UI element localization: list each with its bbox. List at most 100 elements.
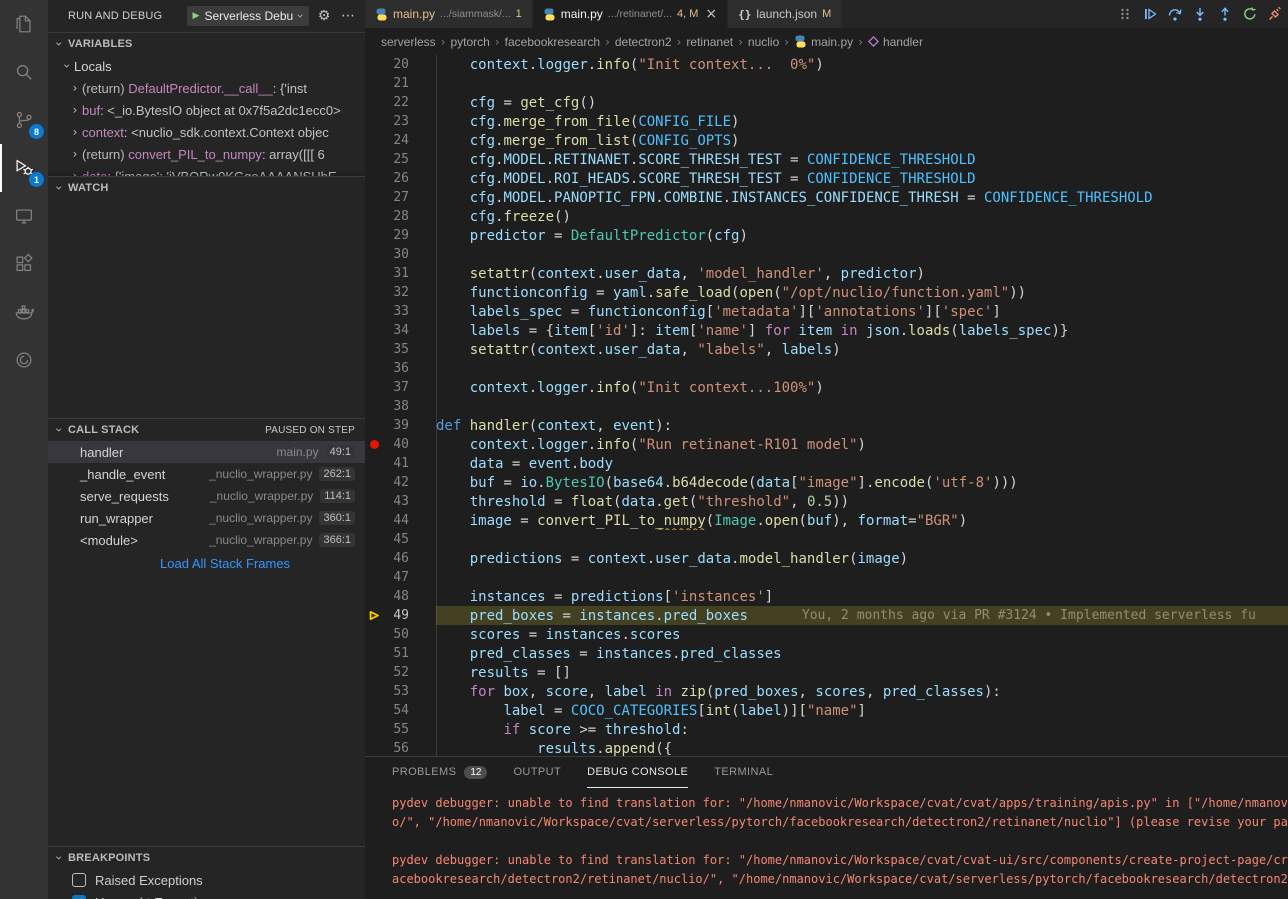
checkbox[interactable]	[72, 873, 86, 887]
variable-row[interactable]: ›context: <nuclio_sdk.context.Context ob…	[48, 121, 365, 143]
breadcrumb-item[interactable]: serverless	[381, 35, 436, 49]
breakpoint-gutter[interactable]	[365, 283, 383, 302]
code-line[interactable]: 22 cfg = get_cfg()	[365, 93, 1288, 112]
breakpoint-gutter[interactable]	[365, 359, 383, 378]
debug-restart-button[interactable]	[1241, 5, 1259, 23]
gear-icon[interactable]: ⚙	[315, 8, 333, 24]
debug-step-over-button[interactable]	[1166, 5, 1184, 23]
breakpoint-gutter[interactable]	[365, 207, 383, 226]
code-line[interactable]: 20 context.logger.info("Init context... …	[365, 55, 1288, 74]
code-line[interactable]: 48 instances = predictions['instances']	[365, 587, 1288, 606]
code-line[interactable]: 30	[365, 245, 1288, 264]
activity-extensions[interactable]	[0, 240, 48, 288]
variables-section-header[interactable]: › VARIABLES	[48, 33, 365, 55]
debug-console-output[interactable]: pydev debugger: unable to find translati…	[365, 788, 1288, 899]
tab-main-py-siammask[interactable]: main.py .../siammask/... 1	[365, 0, 533, 28]
toolbar-drag-handle-icon[interactable]	[1116, 5, 1134, 23]
code-line[interactable]: 21	[365, 74, 1288, 93]
checkbox[interactable]: ✓	[72, 895, 86, 899]
code-line[interactable]: 31 setattr(context.user_data, 'model_han…	[365, 264, 1288, 283]
variable-row[interactable]: ›(return) DefaultPredictor.__call__: {'i…	[48, 77, 365, 99]
breakpoint-gutter[interactable]	[365, 511, 383, 530]
activity-docker[interactable]	[0, 288, 48, 336]
breakpoint-gutter[interactable]	[365, 587, 383, 606]
breakpoint-gutter[interactable]	[365, 701, 383, 720]
breakpoint-gutter[interactable]	[365, 435, 383, 454]
code-line[interactable]: 28 cfg.freeze()	[365, 207, 1288, 226]
activity-explorer[interactable]	[0, 0, 48, 48]
activity-run-and-debug[interactable]: 1	[0, 144, 48, 192]
code-line[interactable]: 24 cfg.merge_from_list(CONFIG_OPTS)	[365, 131, 1288, 150]
panel-tab-debug-console[interactable]: DEBUG CONSOLE	[587, 757, 688, 788]
breadcrumb-item[interactable]: handler	[868, 35, 923, 49]
code-line[interactable]: 36	[365, 359, 1288, 378]
breadcrumb-item[interactable]: nuclio	[748, 35, 779, 49]
code-line[interactable]: 45	[365, 530, 1288, 549]
breakpoint-gutter[interactable]	[365, 169, 383, 188]
code-line[interactable]: 26 cfg.MODEL.ROI_HEADS.SCORE_THRESH_TEST…	[365, 169, 1288, 188]
breakpoint-row[interactable]: ✓Uncaught Exceptions	[48, 891, 365, 899]
breakpoints-section-header[interactable]: › BREAKPOINTS	[48, 847, 365, 869]
breadcrumb-item[interactable]: facebookresearch	[505, 35, 600, 49]
debug-config-dropdown[interactable]: ▶ Serverless Debu ›	[187, 6, 309, 26]
stack-frame[interactable]: <module>_nuclio_wrapper.py366:1	[48, 529, 365, 551]
breakpoint-gutter[interactable]	[365, 530, 383, 549]
code-line[interactable]: 33 labels_spec = functionconfig['metadat…	[365, 302, 1288, 321]
breakpoint-gutter[interactable]	[365, 245, 383, 264]
code-line[interactable]: 46 predictions = context.user_data.model…	[365, 549, 1288, 568]
code-line[interactable]: 53 for box, score, label in zip(pred_box…	[365, 682, 1288, 701]
code-line[interactable]: 32 functionconfig = yaml.safe_load(open(…	[365, 283, 1288, 302]
expand-icon[interactable]: ›	[68, 103, 82, 117]
breakpoint-gutter[interactable]	[365, 397, 383, 416]
breadcrumb-item[interactable]: retinanet	[686, 35, 733, 49]
debug-step-into-button[interactable]	[1191, 5, 1209, 23]
panel-tab-problems[interactable]: PROBLEMS12	[392, 757, 487, 788]
breakpoint-icon[interactable]	[370, 440, 379, 449]
panel-tab-terminal[interactable]: TERMINAL	[714, 757, 773, 788]
expand-icon[interactable]: ›	[68, 147, 82, 161]
breakpoint-gutter[interactable]	[365, 568, 383, 587]
activity-search[interactable]	[0, 48, 48, 96]
watch-section-header[interactable]: › WATCH	[48, 177, 365, 199]
breakpoint-gutter[interactable]	[365, 549, 383, 568]
code-line[interactable]: 34 labels = {item['id']: item['name'] fo…	[365, 321, 1288, 340]
code-line[interactable]: 25 cfg.MODEL.RETINANET.SCORE_THRESH_TEST…	[365, 150, 1288, 169]
debug-disconnect-button[interactable]	[1266, 5, 1284, 23]
code-line[interactable]: 27 cfg.MODEL.PANOPTIC_FPN.COMBINE.INSTAN…	[365, 188, 1288, 207]
breadcrumb-item[interactable]: detectron2	[615, 35, 672, 49]
expand-icon[interactable]: ›	[68, 81, 82, 95]
code-line[interactable]: 47	[365, 568, 1288, 587]
code-line[interactable]: 29 predictor = DefaultPredictor(cfg)	[365, 226, 1288, 245]
breakpoint-gutter[interactable]	[365, 492, 383, 511]
code-line[interactable]: 39def handler(context, event):	[365, 416, 1288, 435]
breakpoint-gutter[interactable]	[365, 340, 383, 359]
panel-tab-output[interactable]: OUTPUT	[513, 757, 561, 788]
code-line[interactable]: 50 scores = instances.scores	[365, 625, 1288, 644]
code-line[interactable]: 23 cfg.merge_from_file(CONFIG_FILE)	[365, 112, 1288, 131]
code-line[interactable]: 43 threshold = float(data.get("threshold…	[365, 492, 1288, 511]
breakpoint-gutter[interactable]	[365, 454, 383, 473]
code-line[interactable]: 41 data = event.body	[365, 454, 1288, 473]
breakpoint-gutter[interactable]	[365, 625, 383, 644]
breadcrumb-item[interactable]: main.py	[794, 35, 853, 49]
code-line[interactable]: 49 pred_boxes = instances.pred_boxesYou,…	[365, 606, 1288, 625]
activity-remote-explorer[interactable]	[0, 192, 48, 240]
breakpoint-gutter[interactable]	[365, 739, 383, 756]
code-line[interactable]: 54 label = COCO_CATEGORIES[int(label)]["…	[365, 701, 1288, 720]
stack-frame[interactable]: run_wrapper_nuclio_wrapper.py360:1	[48, 507, 365, 529]
code-line[interactable]: 35 setattr(context.user_data, "labels", …	[365, 340, 1288, 359]
tab-main-py-retinanet[interactable]: main.py .../retinanet/... 4, M ×	[533, 0, 728, 28]
breakpoint-gutter[interactable]	[365, 150, 383, 169]
code-line[interactable]: 52 results = []	[365, 663, 1288, 682]
breakpoint-gutter[interactable]	[365, 644, 383, 663]
close-icon[interactable]: ×	[705, 6, 717, 22]
more-actions-icon[interactable]: ⋯	[339, 8, 357, 24]
breakpoint-gutter[interactable]	[365, 188, 383, 207]
code-line[interactable]: 37 context.logger.info("Init context...1…	[365, 378, 1288, 397]
breakpoint-gutter[interactable]	[365, 321, 383, 340]
code-line[interactable]: 38	[365, 397, 1288, 416]
breakpoint-gutter[interactable]	[365, 93, 383, 112]
expand-icon[interactable]: ›	[68, 125, 82, 139]
breakpoint-gutter[interactable]	[365, 663, 383, 682]
breakpoint-gutter[interactable]	[365, 226, 383, 245]
